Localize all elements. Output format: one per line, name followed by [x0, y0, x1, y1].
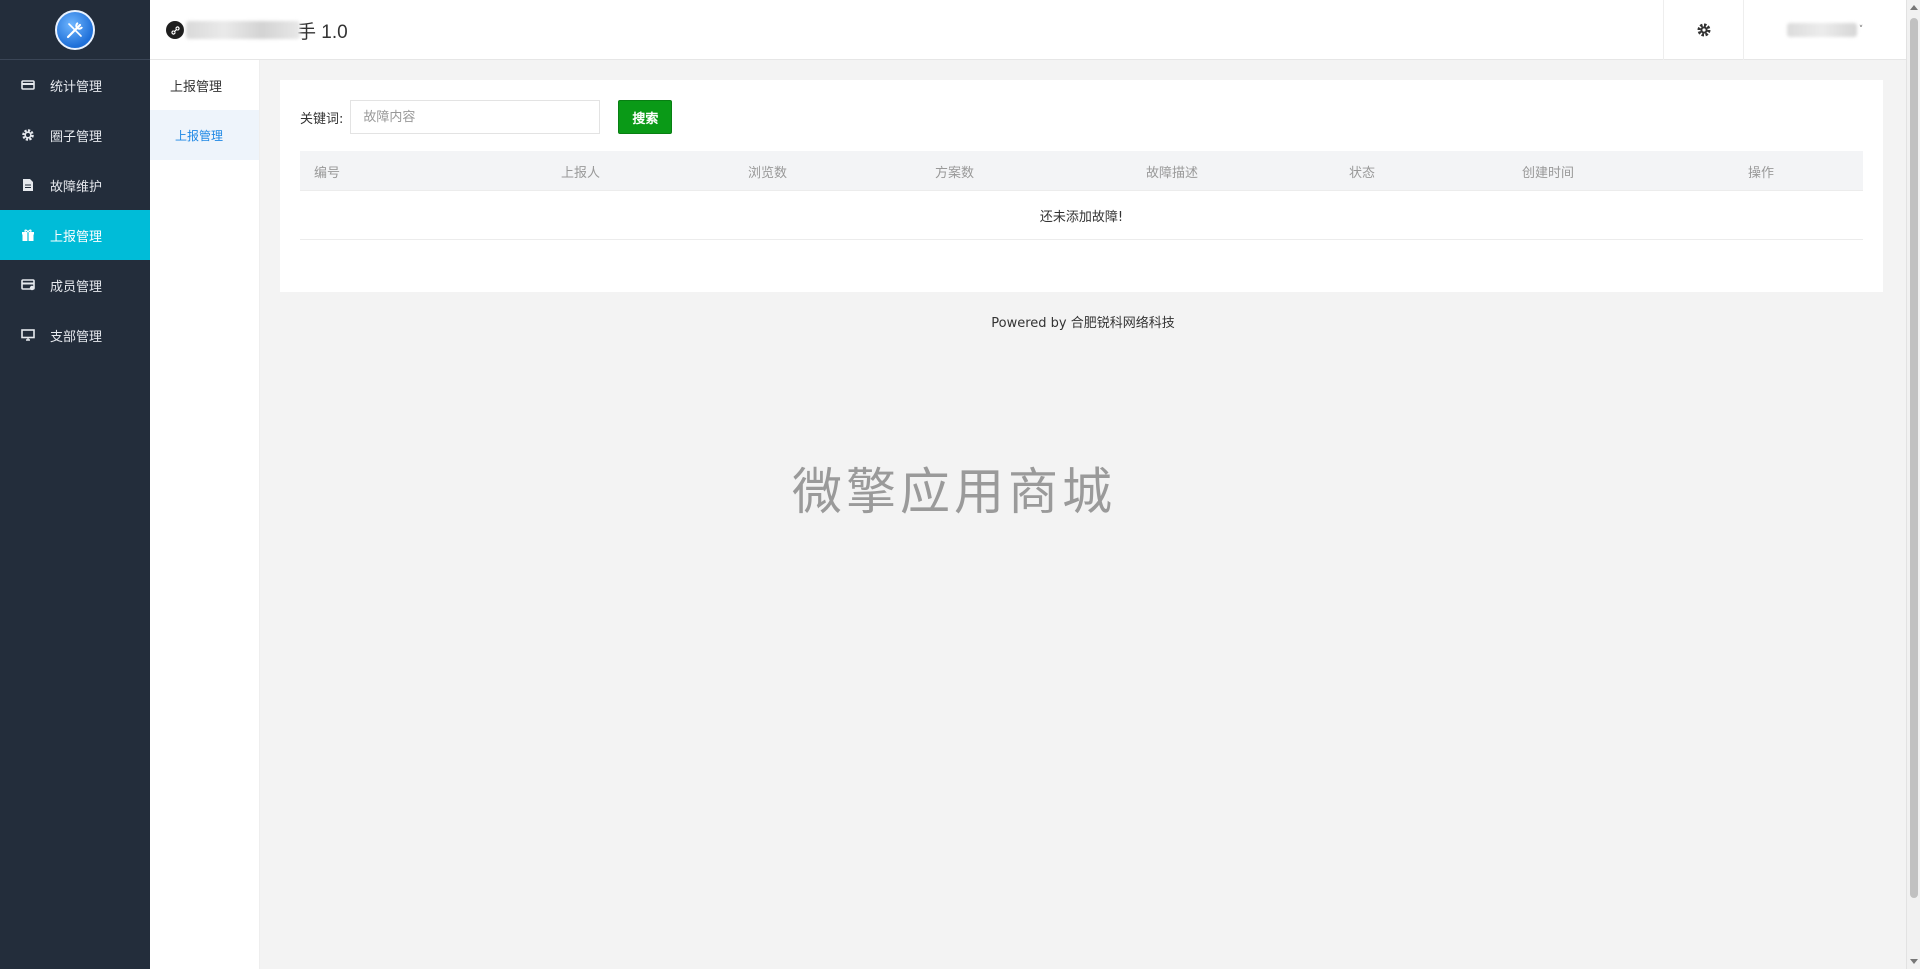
members-icon	[21, 278, 35, 292]
settings-button[interactable]	[1663, 0, 1743, 60]
empty-state-message: 还未添加故障!	[300, 191, 1863, 240]
watermark-text: 微擎应用商城	[792, 463, 1116, 521]
column-header-description: 故障描述	[1146, 165, 1199, 181]
reports-panel: 关键词: 搜索 编号 上报人 浏览数 方案数 故障描述 状态 创建时间 操作 还…	[280, 80, 1883, 292]
sidebar-item-faults[interactable]: 故障维护	[0, 160, 150, 210]
sidebar-item-circles[interactable]: 圈子管理	[0, 110, 150, 160]
stats-icon	[21, 78, 35, 92]
app-title: 手 1.0	[297, 21, 348, 43]
gift-icon	[21, 228, 35, 242]
column-header-created: 创建时间	[1522, 165, 1575, 181]
app-brand[interactable]: 手 1.0	[166, 0, 348, 60]
scrollbar-thumb[interactable]	[1910, 18, 1918, 898]
redacted-app-name	[186, 21, 300, 39]
column-header-id: 编号	[314, 165, 341, 181]
monitor-icon	[21, 328, 35, 342]
logo-area	[0, 0, 150, 60]
sidebar-item-label: 故障维护	[50, 179, 103, 195]
submenu-item-reports[interactable]: 上报管理	[150, 110, 259, 160]
column-header-status: 状态	[1349, 165, 1376, 181]
column-header-solutions: 方案数	[935, 165, 975, 181]
sidebar-item-label: 统计管理	[50, 79, 103, 95]
reports-table: 编号 上报人 浏览数 方案数 故障描述 状态 创建时间 操作 还未添加故障!	[300, 151, 1863, 240]
chevron-down-icon: ˅	[1858, 25, 1864, 35]
gear-icon	[21, 128, 35, 142]
user-menu[interactable]: ˅	[1743, 0, 1906, 60]
main-sidebar: 统计管理 圈子管理 故障维护 上报管理 成员管理 支部管理	[0, 0, 150, 969]
sidebar-item-members[interactable]: 成员管理	[0, 260, 150, 310]
gear-icon	[1697, 23, 1710, 37]
secondary-menu: 上报管理 上报管理	[150, 60, 260, 969]
sidebar-item-reports[interactable]: 上报管理	[0, 210, 150, 260]
scroll-down-icon[interactable]	[1910, 959, 1918, 964]
keyword-input[interactable]	[350, 100, 601, 134]
sidebar-item-branches[interactable]: 支部管理	[0, 310, 150, 360]
redacted-username	[1786, 23, 1857, 37]
search-button[interactable]: 搜索	[618, 100, 673, 134]
search-form: 关键词: 搜索	[300, 100, 673, 134]
sidebar-item-label: 成员管理	[50, 279, 103, 295]
sidebar-item-label: 圈子管理	[50, 129, 103, 145]
table-body: 还未添加故障!	[300, 191, 1863, 240]
submenu-title: 上报管理	[170, 79, 223, 95]
column-header-views: 浏览数	[748, 165, 788, 181]
column-header-reporter: 上报人	[561, 165, 601, 181]
sidebar-item-label: 支部管理	[50, 329, 103, 345]
page-scrollbar[interactable]	[1906, 0, 1920, 969]
footer-credit: Powered by 合肥锐科网络科技	[991, 316, 1175, 331]
sidebar-item-stats[interactable]: 统计管理	[0, 60, 150, 110]
sidebar-item-label: 上报管理	[50, 229, 103, 245]
document-icon	[21, 178, 35, 192]
top-header: 手 1.0 ˅	[150, 0, 1906, 60]
table-header: 编号 上报人 浏览数 方案数 故障描述 状态 创建时间 操作	[300, 151, 1863, 191]
tools-icon	[66, 21, 83, 38]
keyword-label: 关键词:	[300, 111, 344, 127]
link-icon	[166, 21, 184, 39]
app-logo[interactable]	[55, 9, 95, 50]
scroll-up-icon[interactable]	[1910, 5, 1918, 10]
column-header-actions: 操作	[1748, 165, 1775, 181]
